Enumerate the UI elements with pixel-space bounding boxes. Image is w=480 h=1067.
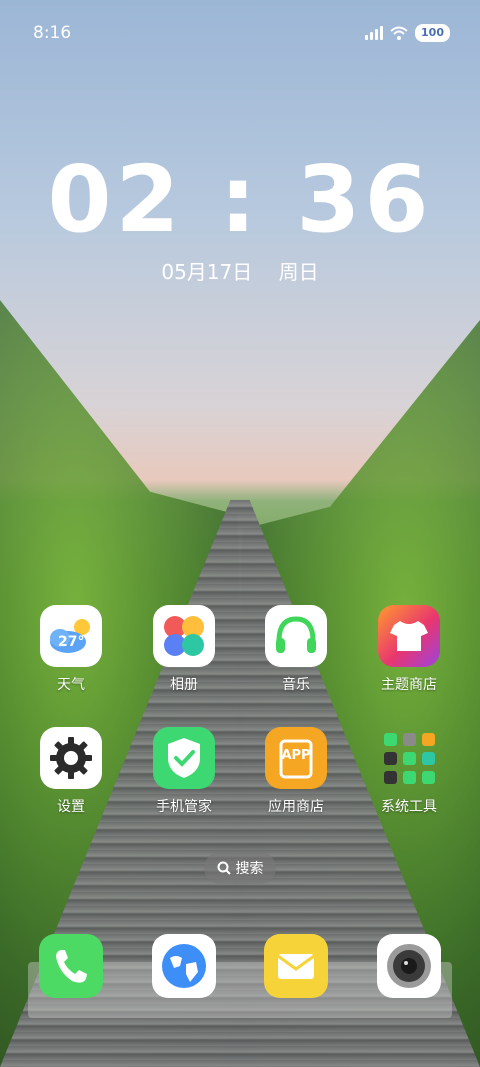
dock-phone[interactable] [21, 934, 121, 998]
clock-widget-date[interactable]: 05月17日 周日 [0, 256, 480, 285]
dock-mail[interactable] [246, 934, 346, 998]
gallery-icon [153, 605, 215, 667]
dock-camera[interactable] [359, 934, 459, 998]
dock-browser[interactable] [134, 934, 234, 998]
wifi-icon [390, 26, 408, 40]
tshirt-icon [378, 605, 440, 667]
app-label: 音乐 [282, 677, 310, 693]
search-icon [217, 861, 231, 875]
battery-indicator: 100 [415, 24, 450, 42]
app-app-store[interactable]: APP 应用商店 [246, 727, 346, 816]
globe-icon [152, 934, 216, 998]
app-store-badge: APP [281, 748, 311, 763]
app-label: 应用商店 [268, 799, 324, 815]
app-theme-store[interactable]: 主题商店 [359, 605, 459, 694]
app-label: 相册 [170, 677, 198, 693]
clock-widget-time[interactable]: 02 : 36 [0, 150, 480, 250]
app-label: 主题商店 [381, 677, 437, 693]
signal-icon [365, 26, 384, 40]
headphones-icon [265, 605, 327, 667]
camera-icon [377, 934, 441, 998]
folder-system-tools[interactable]: 系统工具 [359, 727, 459, 816]
app-label: 设置 [57, 799, 85, 815]
app-music[interactable]: 音乐 [246, 605, 346, 694]
folder-icon [378, 727, 440, 789]
app-label: 天气 [57, 677, 85, 693]
search-button[interactable]: 搜索 [204, 852, 276, 884]
app-label: 系统工具 [381, 799, 437, 815]
app-label: 手机管家 [156, 799, 212, 815]
weather-icon: 27° [40, 605, 102, 667]
date-text: 05月17日 [161, 260, 253, 284]
app-phone-manager[interactable]: 手机管家 [134, 727, 234, 816]
gear-icon [40, 727, 102, 789]
status-icons: 100 [365, 24, 450, 42]
shield-check-icon [153, 727, 215, 789]
weekday-text: 周日 [278, 260, 319, 284]
status-time: 8:16 [33, 23, 72, 43]
phone-icon [39, 934, 103, 998]
app-settings[interactable]: 设置 [21, 727, 121, 816]
search-label: 搜索 [235, 861, 264, 877]
app-weather[interactable]: 27° 天气 [21, 605, 121, 694]
app-store-icon: APP [265, 727, 327, 789]
home-screen: 8:16 100 02 : 36 05月17日 周日 27° 天气 相册 音乐 … [0, 0, 480, 1067]
app-gallery[interactable]: 相册 [134, 605, 234, 694]
weather-temp: 27° [58, 634, 85, 650]
status-bar: 8:16 100 [0, 0, 480, 66]
mail-icon [264, 934, 328, 998]
